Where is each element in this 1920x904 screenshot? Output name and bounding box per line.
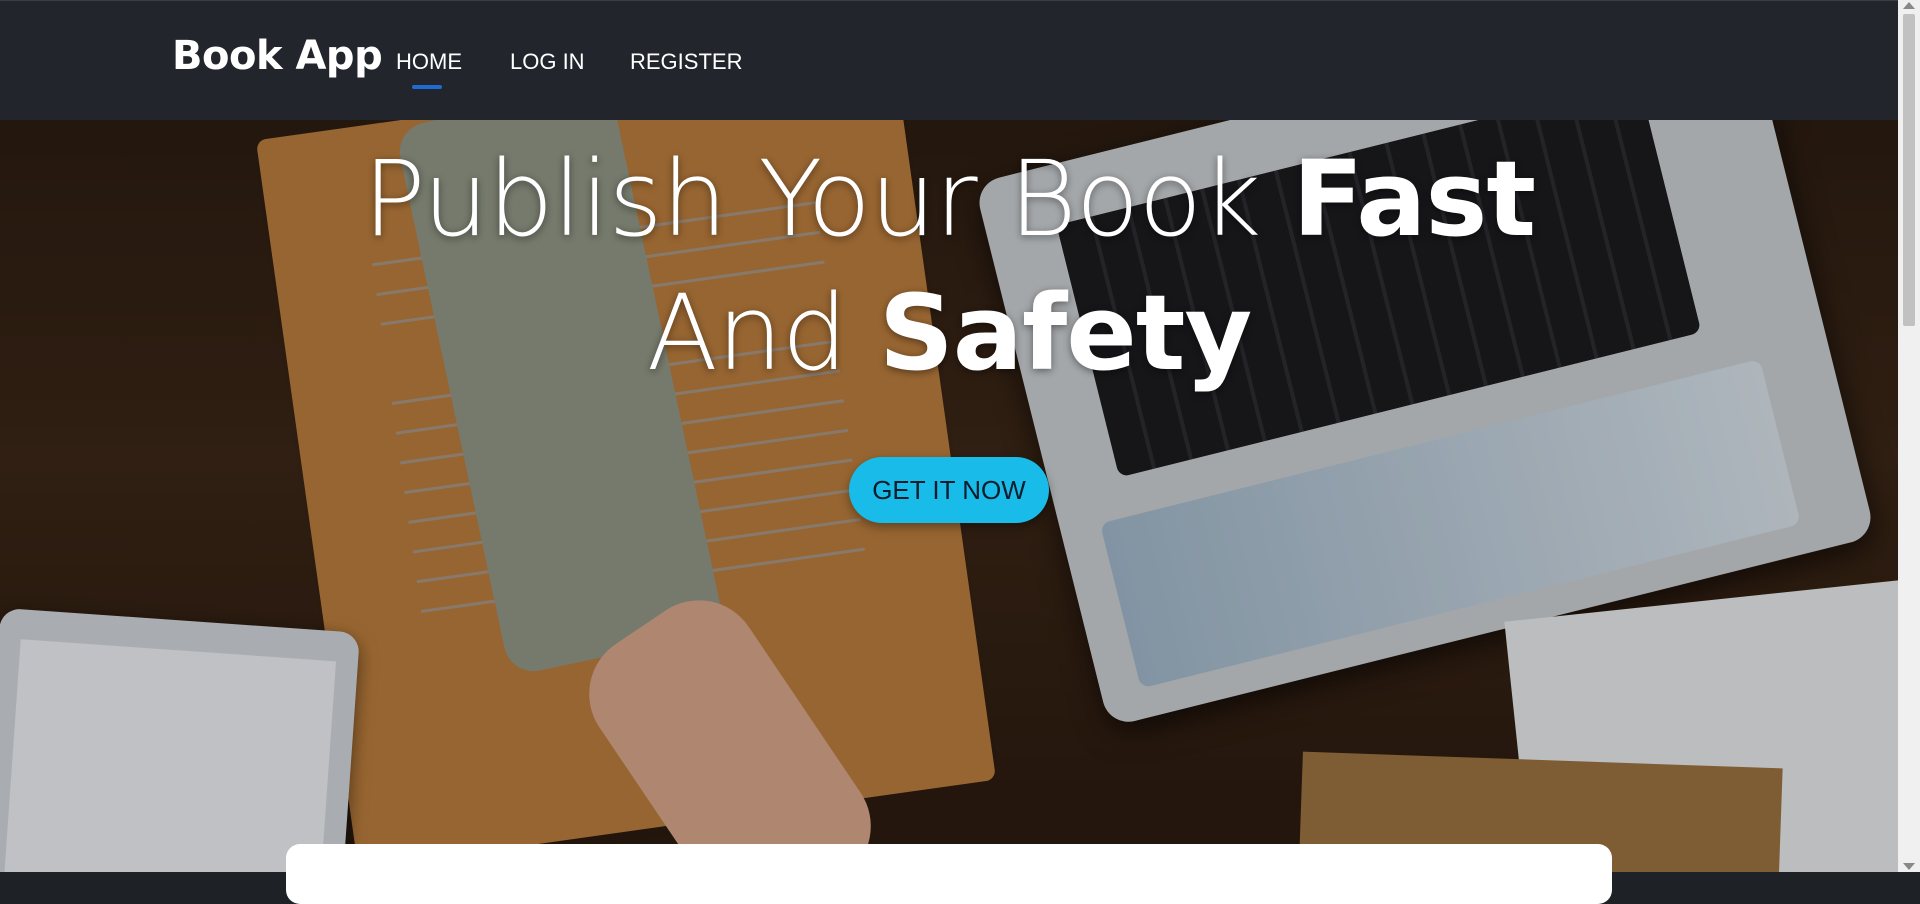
brand-logo[interactable]: Book App bbox=[172, 33, 383, 79]
content-card-top-edge bbox=[286, 844, 1612, 904]
nav-link-home[interactable]: HOME bbox=[396, 49, 462, 75]
hero-headline-line1: Publish Your Book Fast bbox=[362, 138, 1536, 260]
get-it-now-button[interactable]: GET IT NOW bbox=[849, 457, 1049, 523]
scroll-down-arrow-icon[interactable] bbox=[1903, 863, 1915, 870]
nav-active-indicator bbox=[412, 85, 442, 89]
scrollbar-thumb[interactable] bbox=[1903, 14, 1915, 326]
scroll-up-arrow-icon[interactable] bbox=[1903, 2, 1915, 9]
nav-link-register[interactable]: REGISTER bbox=[630, 49, 742, 75]
page-scrollbar[interactable] bbox=[1898, 0, 1920, 872]
top-navbar: Book App HOME LOG IN REGISTER bbox=[0, 0, 1898, 120]
nav-link-login[interactable]: LOG IN bbox=[510, 49, 585, 75]
hero-headline-line2: And Safety bbox=[646, 272, 1253, 394]
